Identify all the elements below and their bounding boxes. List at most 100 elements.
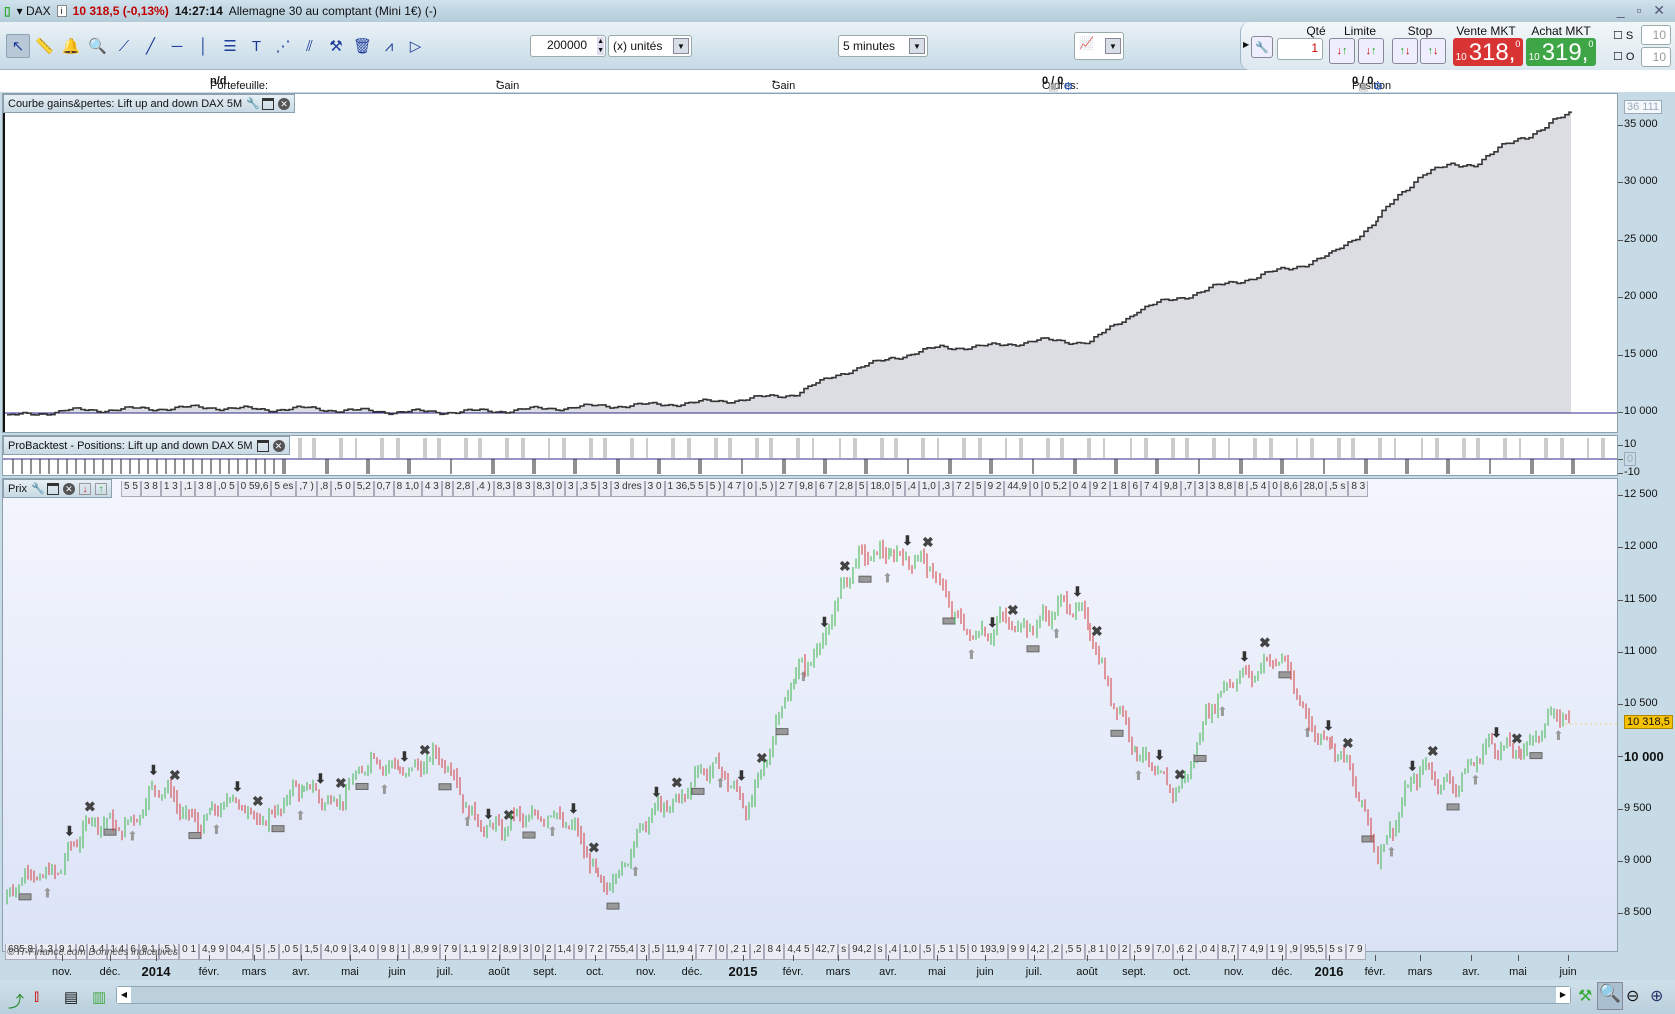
- axis-tick: [1618, 412, 1623, 413]
- chart-settings-icon[interactable]: ⚒: [1578, 986, 1592, 1006]
- limit-buy-button[interactable]: ↓↑: [1329, 38, 1355, 64]
- template-icon[interactable]: ▤: [64, 988, 78, 1006]
- trade-label: 7 2: [953, 481, 974, 497]
- o-checkbox[interactable]: ☐ O: [1613, 50, 1634, 63]
- line-icon[interactable]: ⟋: [112, 34, 136, 58]
- equity-curve-panel[interactable]: Courbe gains&pertes: Lift up and down DA…: [2, 93, 1618, 433]
- s-checkbox[interactable]: ☐ S: [1613, 29, 1633, 42]
- order-level-marker: [1026, 645, 1040, 653]
- order-level-marker: [858, 575, 872, 583]
- parallel-lines-icon[interactable]: ⫽: [298, 34, 322, 58]
- triangle-icon[interactable]: ▷: [404, 34, 428, 58]
- ruler-icon[interactable]: 📏: [33, 34, 57, 58]
- text-icon[interactable]: T: [245, 34, 269, 58]
- expand-arrow-icon[interactable]: ▶: [1243, 40, 1249, 49]
- buy-market-button[interactable]: 10 319, 0: [1526, 38, 1596, 66]
- axis-label: 10: [1624, 438, 1637, 450]
- orders-info[interactable]: Ordres: 0 ▣ / 0 ⚙: [1042, 75, 1079, 93]
- trade-label: 3: [599, 481, 611, 497]
- qty-input[interactable]: 1: [1277, 38, 1323, 60]
- timeframe-select[interactable]: 5 minutes ▼: [838, 35, 928, 57]
- exit-cross-marker: ✖: [1427, 743, 1439, 759]
- stop-order-icon: ↑↓: [1427, 45, 1439, 57]
- arrow-down-icon[interactable]: ↓: [78, 482, 91, 495]
- stop-buy-button[interactable]: ↑↓: [1392, 38, 1418, 64]
- price-panel[interactable]: ⬆ ⬇ ✖ ⬆ ⬇ ✖ ⬆ ⬇ ✖ ⬆ ⬇ ✖ ⬆ ⬇ ✖ ⬆ ⬇ ✖ ⬆ ⬇ ✖ ⬆ ⬇ ✖ ⬆ ⬇ ✖ ⬆ ⬇ ✖ ⬆ ⬇ ✖ ⬆ ⬇ ✖ ⬆ ⬇ ✖ ⬆…: [2, 478, 1618, 960]
- trade-label: 3 0: [644, 481, 665, 497]
- horizontal-line-icon[interactable]: ─: [165, 34, 189, 58]
- indicators-button[interactable]: 📈 ▼: [1074, 32, 1124, 60]
- month-tick: [499, 955, 500, 961]
- pointer-icon[interactable]: ↖: [6, 34, 30, 58]
- segment-icon[interactable]: ╱: [139, 34, 163, 58]
- sell-decimal: 0: [1515, 39, 1521, 49]
- wrench-icon[interactable]: 🔧: [31, 483, 45, 495]
- histogram-icon[interactable]: ▥: [92, 988, 106, 1006]
- window-controls[interactable]: _ ▫ ✕: [1617, 2, 1669, 19]
- month-label: avr.: [879, 966, 897, 978]
- trade-label: 0: [1269, 481, 1281, 497]
- exit-cross-marker: ✖: [839, 558, 851, 574]
- scroll-right-icon[interactable]: ▶: [1556, 987, 1570, 1003]
- sell-market-button[interactable]: 10 318, 0: [1453, 38, 1523, 66]
- trade-label: 94,2: [849, 944, 875, 960]
- gear-icon[interactable]: ⚙: [1373, 80, 1383, 93]
- quantity-stepper[interactable]: 200000 ▲ ▼: [530, 35, 606, 57]
- trash-icon[interactable]: 🗑: [351, 34, 375, 58]
- buy-arrow-marker: ⬆: [462, 814, 473, 829]
- trade-label: 18,0: [867, 481, 893, 497]
- trade-label: ,8 1: [1084, 944, 1108, 960]
- info-icon[interactable]: i: [56, 5, 67, 17]
- units-select[interactable]: (x) unités ▼: [608, 35, 692, 57]
- s-input[interactable]: 10: [1641, 25, 1671, 45]
- window-icon[interactable]: [262, 97, 275, 110]
- trade-label: ,2: [1047, 944, 1062, 960]
- zoom-magnifier-icon[interactable]: 🔍: [86, 34, 110, 58]
- channel-icon[interactable]: ⋰: [271, 34, 295, 58]
- clock: 14:27:14: [174, 4, 223, 18]
- positions-panel[interactable]: ProBacktest - Positions: Lift up and dow…: [2, 435, 1618, 476]
- sell-arrow-marker: ⬇: [148, 762, 159, 777]
- trade-label: ,8,9 9: [409, 944, 441, 960]
- window-icon[interactable]: [46, 482, 59, 495]
- order-level-marker: [1529, 752, 1543, 760]
- fibonacci-icon[interactable]: ☰: [218, 34, 242, 58]
- symbol-dropdown[interactable]: ▾ DAX: [17, 4, 51, 18]
- zigzag-icon[interactable]: ⩘: [377, 34, 401, 58]
- arrow-up-icon[interactable]: ↑: [94, 482, 107, 495]
- zoom-out-icon[interactable]: ⊖: [1626, 986, 1639, 1006]
- horizontal-scrollbar[interactable]: ◀ ▶: [116, 986, 1571, 1004]
- tools-icon[interactable]: ⚒: [324, 34, 348, 58]
- trade-label: 3: [565, 481, 577, 497]
- trade-label: ,7: [1180, 481, 1196, 497]
- axis-tick: [1618, 182, 1623, 184]
- zoom-in-icon[interactable]: ⊕: [1650, 986, 1663, 1006]
- scroll-left-icon[interactable]: ◀: [117, 987, 131, 1003]
- auto-zoom-icon[interactable]: 🔍: [1597, 982, 1623, 1010]
- month-tick: [793, 955, 794, 961]
- order-settings-button[interactable]: 🔧: [1251, 36, 1273, 58]
- window-icon[interactable]: [256, 439, 269, 452]
- sell-arrow-marker: ⬇: [987, 615, 998, 630]
- candlestick-style-icon[interactable]: ⫾: [34, 988, 39, 1006]
- vertical-line-icon[interactable]: │: [192, 34, 216, 58]
- position-info[interactable]: Position : 0▣ / 0⚙: [1352, 75, 1391, 104]
- close-icon[interactable]: ✕: [272, 439, 285, 452]
- close-icon[interactable]: ✕: [278, 97, 291, 110]
- wrench-icon[interactable]: 🔧: [246, 98, 260, 110]
- trade-label: 3 8: [140, 481, 161, 497]
- axis-label: 10 000: [1624, 749, 1664, 765]
- order-level-marker: [1110, 729, 1124, 737]
- gear-icon[interactable]: ⚙: [1063, 80, 1073, 93]
- close-icon[interactable]: ✕: [62, 482, 75, 495]
- trade-label: ,4 ): [473, 481, 494, 497]
- alarm-bell-icon[interactable]: 🔔: [59, 34, 83, 58]
- axis-tick: [1618, 651, 1623, 653]
- exit-cross-marker: ✖: [335, 775, 347, 791]
- o-input[interactable]: 10: [1641, 47, 1671, 67]
- stop-sell-button[interactable]: ↑↓: [1420, 38, 1446, 64]
- limit-sell-button[interactable]: ↓↑: [1358, 38, 1384, 64]
- trade-label: ,5: [264, 944, 279, 960]
- copyright-notice: © IT-Finance.com Données indicatives: [7, 947, 178, 958]
- chart-type-icon[interactable]: ⤴: [8, 988, 24, 1012]
